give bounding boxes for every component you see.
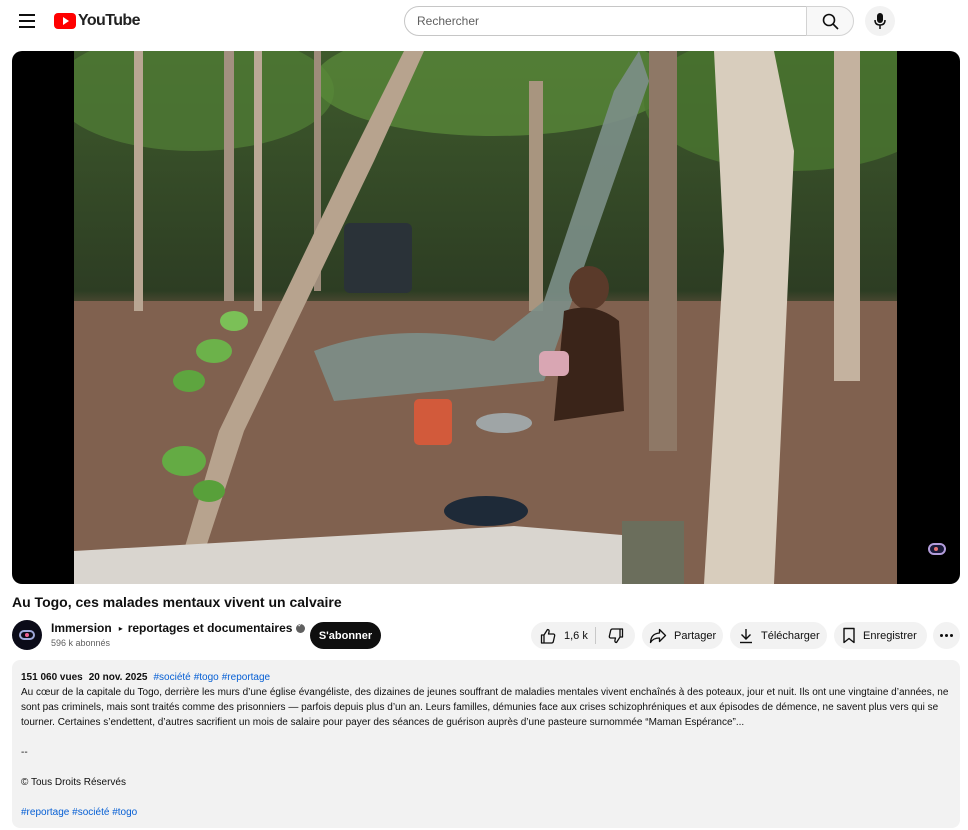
search-input[interactable]: Rechercher [404, 6, 807, 36]
more-dot-icon [950, 634, 953, 637]
thumbs-down-icon [608, 627, 623, 643]
video-scene [74, 51, 897, 584]
youtube-logo[interactable]: YouTube [54, 12, 140, 30]
search-placeholder: Rechercher [417, 14, 480, 28]
save-label: Enregistrer [863, 629, 917, 642]
share-button[interactable]: Partager [642, 622, 723, 649]
upload-date: 20 nov. 2025 [88, 672, 148, 683]
search-icon [822, 13, 839, 30]
subscriber-count: 596 k abonnés [51, 638, 111, 648]
hashtag-link[interactable]: #société [72, 807, 109, 818]
channel-name[interactable]: Immersion [51, 621, 112, 635]
description-bottom-tags: #reportage #société #togo [21, 805, 951, 820]
more-dot-icon [940, 634, 943, 637]
download-button[interactable]: Télécharger [730, 622, 827, 649]
download-icon [740, 628, 752, 643]
more-dot-icon [945, 634, 948, 637]
channel-watermark-icon[interactable] [928, 543, 946, 555]
microphone-icon [874, 13, 886, 29]
video-frame [74, 51, 897, 584]
masthead: YouTube Rechercher [0, 0, 968, 42]
description-copyright: © Tous Droits Réservés [21, 777, 126, 788]
hashtag-link[interactable]: #togo [112, 807, 137, 818]
like-button[interactable]: 1,6 k [531, 622, 595, 649]
logo-text: YouTube [78, 12, 140, 29]
like-count: 1,6 k [564, 629, 588, 642]
verified-badge-icon [296, 621, 306, 633]
hashtag-link[interactable]: #reportage [21, 807, 69, 818]
description-box[interactable]: 151 060 vues 20 nov. 2025 #société #togo #re… [12, 660, 960, 828]
description-meta: 151 060 vues 20 nov. 2025 #société #togo #re… [21, 670, 951, 685]
description-body: Au cœur de la capitale du Togo, derrière… [21, 687, 949, 728]
dislike-button[interactable] [596, 622, 635, 649]
subscribe-button[interactable]: S'abonner [310, 622, 381, 649]
bookmark-icon [843, 627, 855, 644]
view-count: 151 060 vues [21, 672, 83, 683]
caret-right-icon: ▸ [118, 623, 123, 633]
video-player[interactable] [12, 51, 960, 584]
save-button[interactable]: Enregistrer [834, 622, 927, 649]
share-icon [649, 628, 667, 643]
description-separator: -- [21, 747, 28, 758]
like-dislike-group: 1,6 k [531, 622, 635, 649]
channel-playlist-name[interactable]: reportages et documentaires [128, 621, 293, 635]
channel-info[interactable]: Immersion ▸ reportages et documentaires [51, 621, 306, 635]
hashtag-link[interactable]: #togo [194, 672, 219, 683]
hashtag-link[interactable]: #société [153, 672, 190, 683]
share-label: Partager [674, 629, 717, 642]
more-actions-button[interactable] [933, 622, 960, 649]
thumbs-up-icon [540, 628, 556, 644]
voice-search-button[interactable] [865, 6, 895, 36]
search-button[interactable] [806, 6, 854, 36]
youtube-play-icon [54, 13, 76, 29]
video-title: Au Togo, ces malades mentaux vivent un c… [12, 594, 342, 610]
download-label: Télécharger [761, 629, 820, 642]
hashtag-link[interactable]: #reportage [222, 672, 270, 683]
menu-icon[interactable] [15, 10, 39, 32]
channel-avatar[interactable] [12, 620, 42, 650]
